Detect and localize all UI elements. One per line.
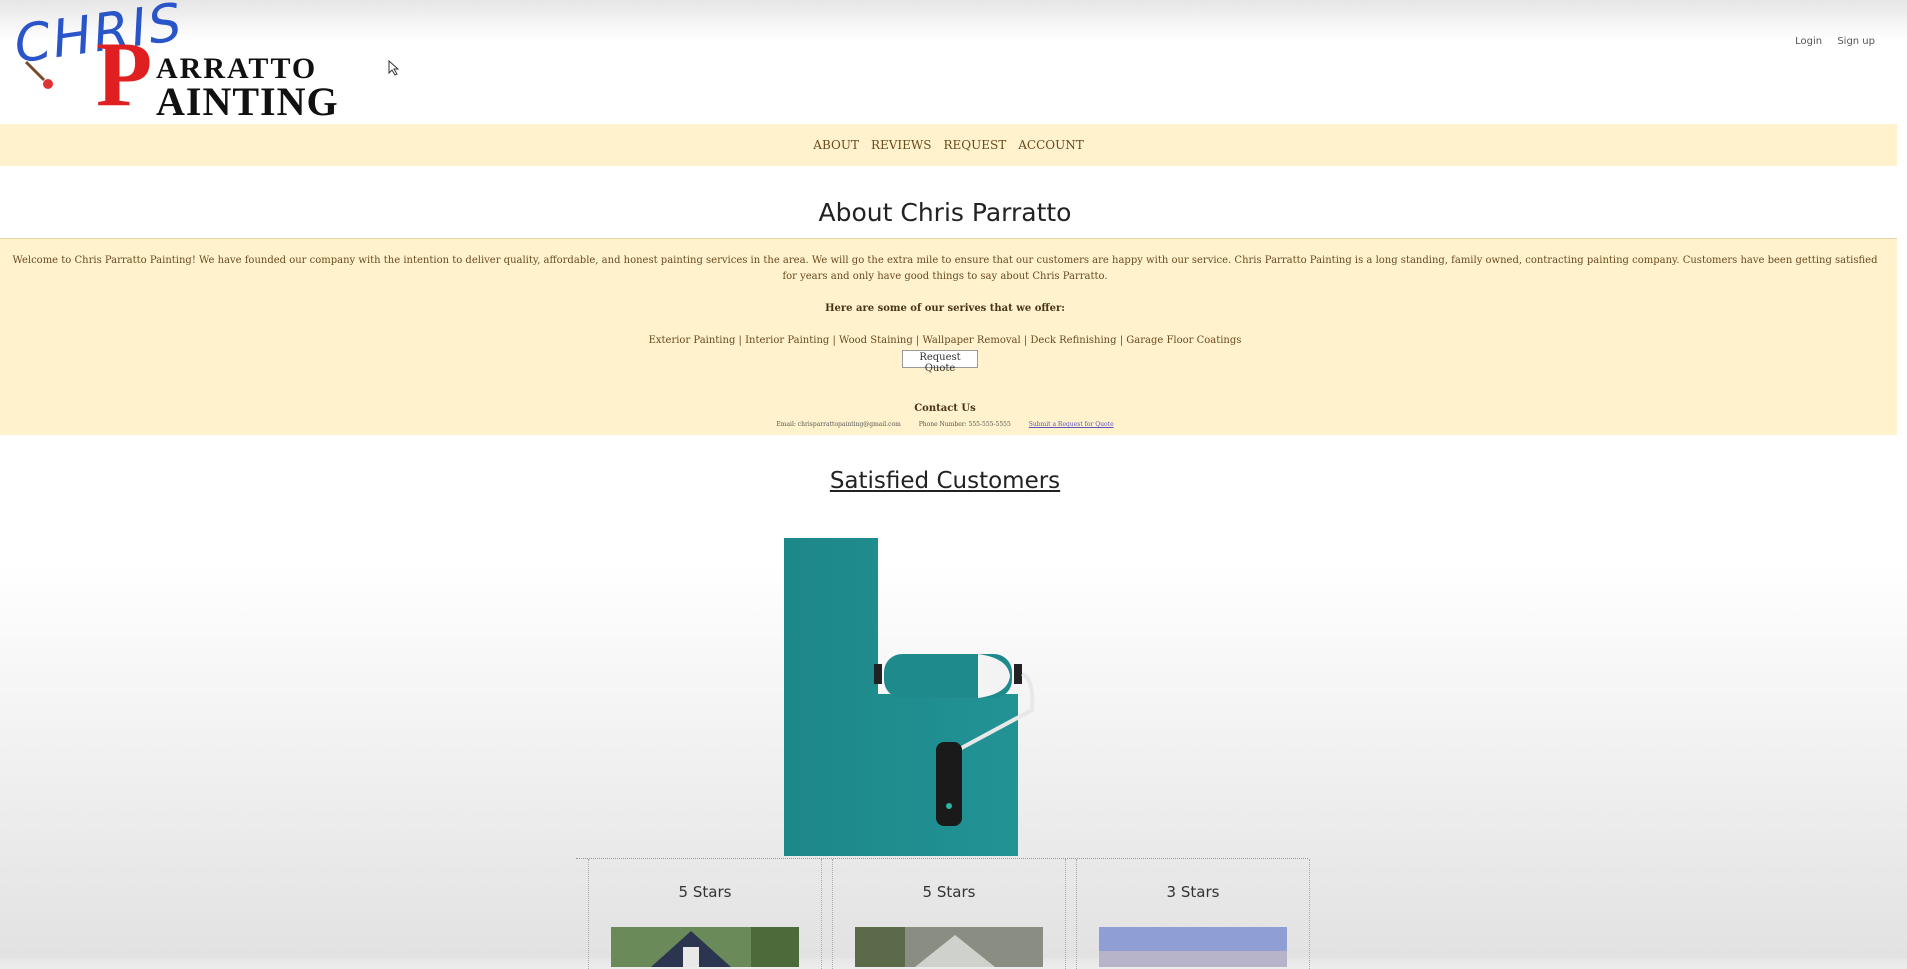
review-rating: 5 Stars bbox=[922, 883, 976, 901]
nav-account[interactable]: ACCOUNT bbox=[1018, 138, 1083, 152]
contact-phone: Phone Number: 555-555-5555 bbox=[918, 421, 1011, 428]
nav-about[interactable]: ABOUT bbox=[813, 138, 859, 152]
review-rating: 3 Stars bbox=[1166, 883, 1220, 901]
house-photo bbox=[611, 927, 799, 967]
review-card[interactable]: 5 Stars bbox=[832, 859, 1066, 969]
paint-roller-illustration bbox=[784, 538, 1035, 856]
logo-bottom-text: AINTING bbox=[156, 79, 339, 124]
house-photo bbox=[1099, 927, 1287, 967]
contact-heading: Contact Us bbox=[914, 403, 976, 414]
contact-email: Email: chrisparrattopainting@gmail.com bbox=[776, 421, 901, 428]
site-header: CHRIS P ARRATTO AINTING Login Sign up bbox=[0, 0, 1897, 124]
review-card[interactable]: 5 Stars bbox=[588, 859, 822, 969]
nav-reviews[interactable]: REVIEWS bbox=[871, 138, 932, 152]
request-quote-button[interactable]: Request Quote bbox=[902, 350, 978, 374]
login-link[interactable]: Login bbox=[1795, 36, 1822, 47]
reviews-grid: 5 Stars 5 Stars 3 Stars bbox=[576, 858, 1310, 969]
main-nav: ABOUT REVIEWS REQUEST ACCOUNT bbox=[0, 124, 1897, 166]
auth-links: Login Sign up bbox=[1783, 36, 1875, 47]
services-list: Exterior Painting | Interior Painting | … bbox=[648, 335, 1242, 346]
about-section: Welcome to Chris Parratto Painting! We h… bbox=[0, 238, 1897, 435]
site-logo[interactable]: CHRIS P ARRATTO AINTING bbox=[10, 0, 380, 125]
review-card[interactable]: 3 Stars bbox=[1076, 859, 1310, 969]
house-photo bbox=[855, 927, 1043, 967]
signup-link[interactable]: Sign up bbox=[1837, 36, 1875, 47]
logo-initial: P bbox=[96, 23, 153, 125]
nav-request[interactable]: REQUEST bbox=[943, 138, 1006, 152]
satisfied-customers-title: Satisfied Customers bbox=[829, 468, 1061, 494]
services-heading: Here are some of our serives that we off… bbox=[825, 303, 1065, 314]
about-title: About Chris Parratto bbox=[818, 198, 1072, 227]
paintbrush-icon bbox=[24, 60, 53, 89]
about-description: Welcome to Chris Parratto Painting! We h… bbox=[12, 255, 1878, 282]
quote-request-link[interactable]: Submit a Request for Quote bbox=[1029, 421, 1114, 428]
mouse-cursor-icon bbox=[388, 60, 400, 76]
review-rating: 5 Stars bbox=[678, 883, 732, 901]
contact-info: Email: chrisparrattopainting@gmail.com P… bbox=[0, 421, 1890, 428]
